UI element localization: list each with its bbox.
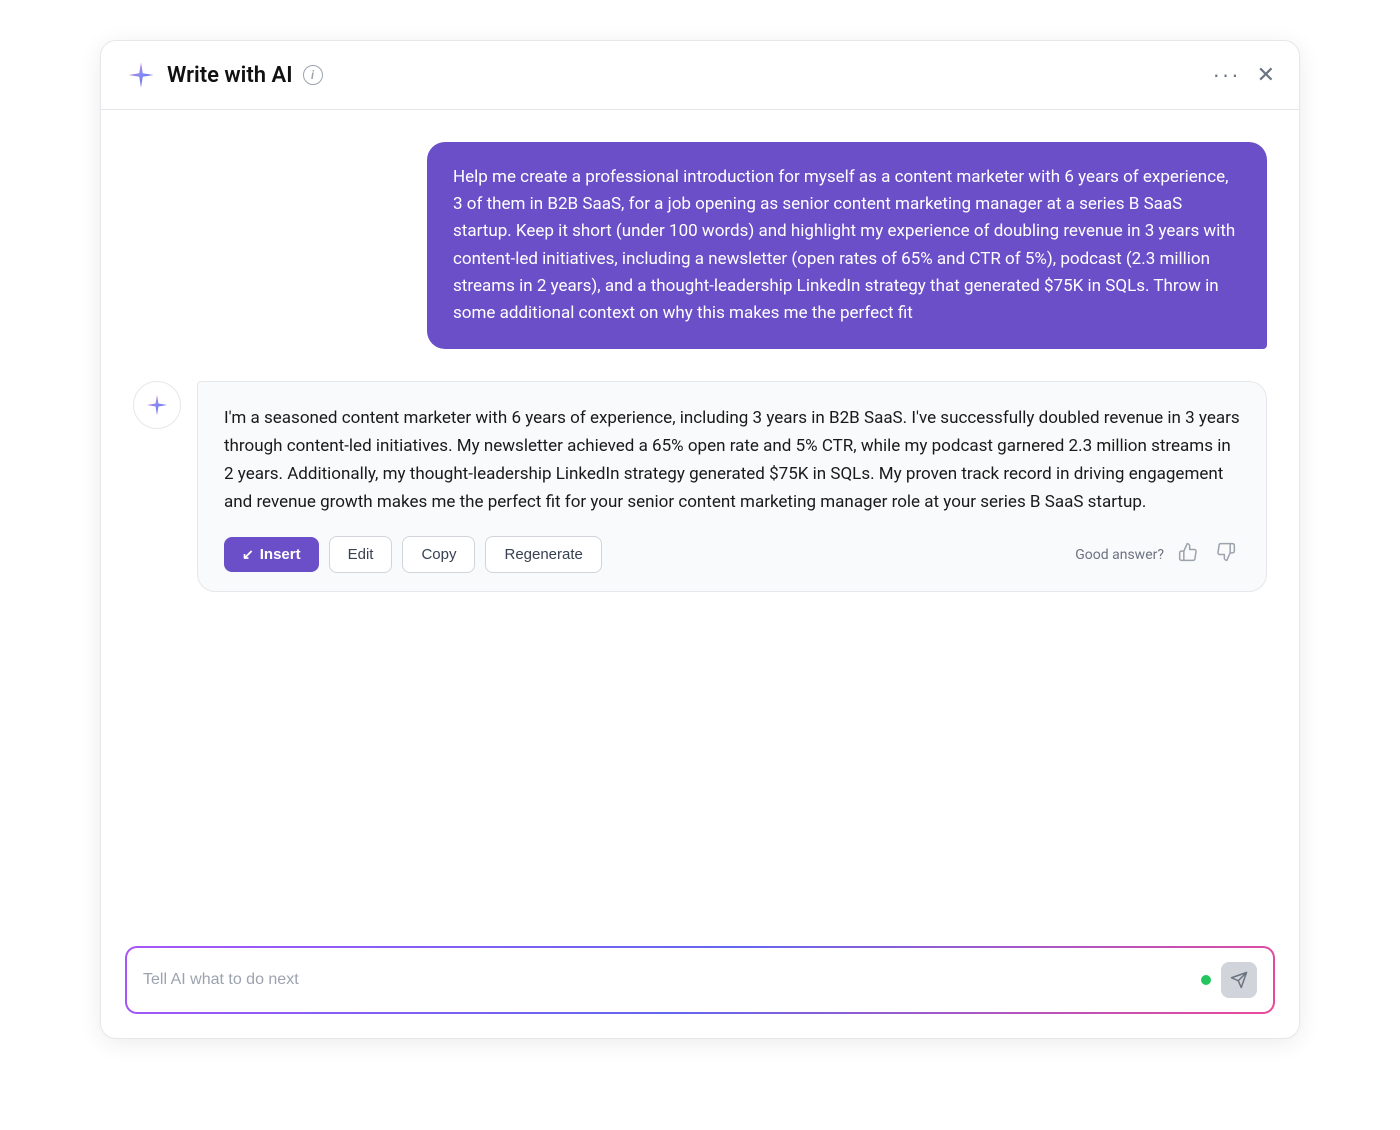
panel-title: Write with AI: [167, 63, 293, 88]
info-icon[interactable]: i: [303, 65, 323, 85]
thumbs-down-button[interactable]: [1212, 538, 1240, 571]
insert-label: Insert: [260, 546, 301, 563]
feedback-area: Good answer?: [1075, 538, 1240, 571]
action-row: ↙ Insert Edit Copy Regenerate Good answe…: [224, 536, 1240, 573]
sparkle-icon: [125, 59, 157, 91]
copy-button[interactable]: Copy: [402, 536, 475, 573]
ai-avatar: [133, 381, 181, 429]
more-options-button[interactable]: ···: [1213, 64, 1241, 86]
status-dot: [1201, 975, 1211, 985]
input-area: [101, 930, 1299, 1038]
close-button[interactable]: ✕: [1257, 62, 1275, 88]
chat-area: Help me create a professional introducti…: [101, 110, 1299, 930]
ai-prompt-input[interactable]: [143, 971, 1191, 989]
regenerate-button[interactable]: Regenerate: [485, 536, 601, 573]
insert-button[interactable]: ↙ Insert: [224, 537, 319, 572]
insert-arrow-icon: ↙: [242, 546, 254, 563]
panel-header: Write with AI i ··· ✕: [101, 41, 1299, 110]
ai-bubble: I'm a seasoned content marketer with 6 y…: [197, 381, 1267, 592]
ai-message-text: I'm a seasoned content marketer with 6 y…: [224, 404, 1240, 516]
input-wrapper: [125, 946, 1275, 1014]
edit-button[interactable]: Edit: [329, 536, 393, 573]
header-right: ··· ✕: [1213, 62, 1275, 88]
thumbs-up-button[interactable]: [1174, 538, 1202, 571]
good-answer-label: Good answer?: [1075, 547, 1164, 563]
write-with-ai-panel: Write with AI i ··· ✕ Help me create a p…: [100, 40, 1300, 1039]
ai-sparkle-icon: [144, 392, 170, 418]
send-button[interactable]: [1221, 962, 1257, 998]
action-buttons: ↙ Insert Edit Copy Regenerate: [224, 536, 602, 573]
user-bubble: Help me create a professional introducti…: [427, 142, 1267, 349]
user-message: Help me create a professional introducti…: [133, 142, 1267, 349]
user-message-text: Help me create a professional introducti…: [453, 167, 1235, 323]
header-left: Write with AI i: [125, 59, 323, 91]
ai-message: I'm a seasoned content marketer with 6 y…: [133, 381, 1267, 592]
